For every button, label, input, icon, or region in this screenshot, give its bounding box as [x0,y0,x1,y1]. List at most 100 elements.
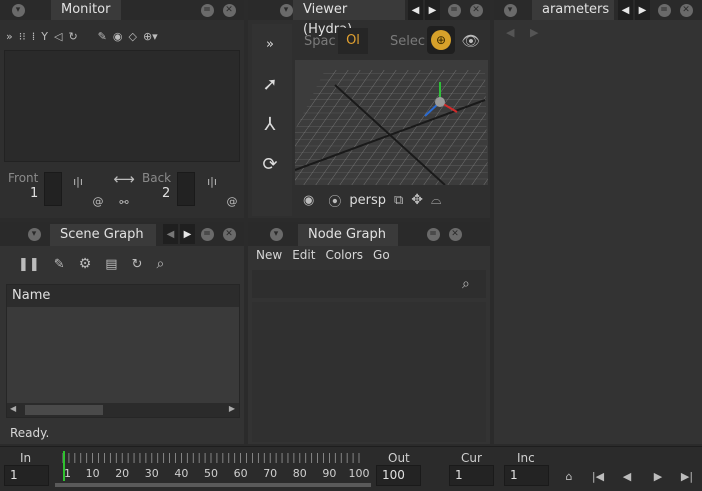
back-swatch[interactable] [177,172,195,206]
tab-scroll-right-icon[interactable]: ▶ [425,0,440,20]
frame-tick-label: 70 [263,467,277,480]
pan-move-icon[interactable]: ✥ [411,192,423,208]
pixel-probe-icon[interactable]: ✎ [98,30,107,43]
close-panel-icon[interactable]: ✕ [222,227,236,241]
frame-tick-label: 30 [145,467,159,480]
back-slider-icon[interactable]: ı|ı [204,174,220,188]
tab-scene-graph[interactable]: Scene Graph [50,224,156,246]
timeline-bar: In 1 1 10 20 30 40 50 60 70 80 90 100 Out 100 Cur … [0,446,702,491]
float-panel-icon[interactable]: = [200,3,214,17]
filter-icon[interactable]: Y [41,30,48,43]
collapse-icon[interactable]: » [6,30,13,43]
visibility-eye-icon[interactable]: ◉ [303,193,314,208]
search-icon[interactable]: ⌕ [156,256,164,272]
swap-front-back-icon[interactable]: ⟷ [112,170,136,188]
tab-viewer-hydra[interactable]: Viewer (Hydra) [293,0,405,37]
pause-icon[interactable]: ❚❚ [18,257,40,272]
scene-graph-panel: ▾ Scene Graph ◀ ▶ = ✕ ❚❚ ✎ ⚙ ▤ ↻ ⌕ Name … [0,222,244,444]
viewport-3d[interactable] [295,60,488,185]
dropdown-icon[interactable]: ⊕▾ [143,30,158,43]
scene-graph-tree[interactable] [7,307,239,403]
panel-menu-icon[interactable]: ▾ [278,2,294,18]
current-frame-field[interactable]: 1 [449,465,494,486]
tab-parameters[interactable]: arameters [532,0,614,20]
search-icon[interactable]: ⌕ [462,276,470,292]
tab-node-graph[interactable]: Node Graph [298,224,398,246]
compare-icon[interactable]: ◇ [128,30,136,43]
tab-scroll-left-icon[interactable]: ◀ [163,224,178,244]
node-graph-canvas[interactable] [252,302,486,442]
menu-edit[interactable]: Edit [292,248,315,268]
pin-icon[interactable]: ⁝⁝ [19,30,26,43]
panel-menu-icon[interactable]: ▾ [26,226,42,242]
home-icon[interactable]: ⌂ [562,469,576,483]
panel-menu-icon[interactable]: ▾ [10,2,26,18]
front-swatch[interactable] [44,172,62,206]
rotate-tool-icon[interactable]: ⟳ [252,144,288,184]
rewind-icon[interactable]: ◁ [54,30,62,43]
front-slider-icon[interactable]: ı|ı [70,174,86,188]
swap-icon[interactable]: ⁞ [32,30,36,43]
menu-new[interactable]: New [256,248,282,268]
previous-keyframe-icon[interactable]: |◀ [590,469,606,483]
monitor-toolbar: » ⁝⁝ ⁞ Y ◁ ↻ ✎ ◉ ◇ ⊕▾ [0,24,244,48]
tab-scroll-right-icon[interactable]: ▶ [635,0,650,20]
frame-ruler[interactable]: 1 10 20 30 40 50 60 70 80 90 100 [55,451,371,487]
node-graph-tabbar: ▾ Node Graph = ✕ [248,222,490,246]
menu-go[interactable]: Go [373,248,390,268]
range-bar[interactable] [55,483,371,487]
globe-icon[interactable]: ⊕ [427,26,455,54]
close-panel-icon[interactable]: ✕ [222,3,236,17]
panel-menu-icon[interactable]: ▾ [268,226,284,242]
clapper-icon[interactable]: ▤ [105,257,117,272]
camera-icon[interactable]: ⧉ [394,193,403,208]
close-panel-icon[interactable]: ✕ [448,227,462,241]
next-keyframe-icon[interactable]: ▶| [679,469,695,483]
monitor-panel: ▾ Monitor = ✕ » ⁝⁝ ⁞ Y ◁ ↻ ✎ ◉ ◇ ⊕▾ Fron… [0,0,244,218]
scrollbar-thumb[interactable] [25,405,103,415]
scene-graph-table: Name ◀ ▶ [6,284,240,418]
float-panel-icon[interactable]: = [200,227,214,241]
edit-pencil-icon[interactable]: ✎ [54,257,65,272]
frame-tick-label: 90 [322,467,336,480]
inc-label: Inc [517,451,535,465]
step-forward-icon[interactable]: ▶ [651,469,665,483]
front-spiral-icon[interactable]: @ [90,194,106,208]
panel-menu-icon[interactable]: ▾ [502,2,518,18]
tab-scroll-left-icon[interactable]: ◀ [408,0,423,20]
float-panel-icon[interactable]: = [447,3,461,17]
history-back-icon[interactable]: ◀ [506,26,514,39]
horizontal-scrollbar[interactable]: ◀ ▶ [7,403,239,417]
sync-icon[interactable]: ↻ [132,257,143,272]
name-column-header[interactable]: Name [7,285,239,307]
close-panel-icon[interactable]: ✕ [469,3,483,17]
settings-gear-icon[interactable]: ⚙ [79,256,92,272]
in-frame-field[interactable]: 1 [4,465,49,486]
scroll-left-icon[interactable]: ◀ [10,404,16,413]
camera-name[interactable]: persp [349,193,386,208]
translate-tool-icon[interactable]: ⅄ [252,104,288,144]
vr-glasses-icon[interactable]: ⌓ [431,193,441,208]
history-forward-icon[interactable]: ▶ [530,26,538,39]
tab-scroll-left-icon[interactable]: ◀ [618,0,633,20]
back-spiral-icon[interactable]: @ [224,194,240,208]
tab-scroll-right-icon[interactable]: ▶ [180,224,195,244]
float-panel-icon[interactable]: = [657,3,671,17]
menu-colors[interactable]: Colors [325,248,363,268]
select-tool-icon[interactable]: ➚ [252,64,288,104]
out-frame-field[interactable]: 100 [376,465,421,486]
scroll-right-icon[interactable]: ▶ [229,404,235,413]
monitor-image-area[interactable] [4,50,240,162]
color-wheel-icon[interactable]: ◉ [113,30,123,43]
object-space-button[interactable]: Ol [338,28,368,54]
close-panel-icon[interactable]: ✕ [679,3,693,17]
shading-icon[interactable]: ⦿ [328,191,341,210]
refresh-icon[interactable]: ↻ [68,30,77,43]
step-back-icon[interactable]: ◀ [620,469,634,483]
float-panel-icon[interactable]: = [426,227,440,241]
link-icon[interactable]: ⚯ [112,194,136,210]
tab-monitor[interactable]: Monitor [51,0,121,20]
eye-icon[interactable]: 👁 [460,32,482,50]
collapse-icon[interactable]: » [252,24,288,64]
increment-field[interactable]: 1 [504,465,549,486]
